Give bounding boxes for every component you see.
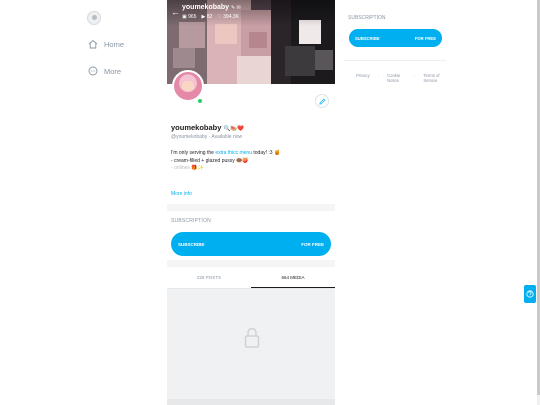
- bio-line-3: - onlines 🎁✨: [171, 165, 204, 171]
- bio-line-2: - cream-filled + glazed pussy 🍩🍑: [171, 157, 249, 164]
- cover-username: youmekobaby ✎ ✉: [182, 4, 241, 11]
- videos-count: ▶ 82: [201, 14, 213, 20]
- nav-home-label: Home: [104, 39, 125, 49]
- tab-posts[interactable]: 226 POSTS: [167, 267, 251, 288]
- help-icon: [526, 290, 534, 298]
- pencil-icon: [318, 98, 325, 105]
- bio-line-1-suffix: today! :3 🍯: [252, 150, 281, 156]
- online-status-dot: [197, 98, 203, 104]
- content-tabs: 226 POSTS 664 MEDIA: [167, 267, 335, 289]
- footer-separator: ·: [414, 73, 416, 78]
- likes-count: ♡ 394.3K: [217, 14, 239, 20]
- right-divider: [344, 60, 446, 61]
- right-subscription-title: SUBSCRIPTION: [348, 15, 386, 21]
- subscribe-price: FOR FREE: [301, 241, 324, 247]
- locked-media-area: [167, 289, 335, 405]
- nav-more-label: More: [104, 66, 122, 76]
- handle-line: @youmekobaby · Available now: [171, 134, 242, 140]
- user-avatar[interactable]: [87, 11, 101, 25]
- subscription-title: SUBSCRIPTION: [171, 218, 211, 224]
- photos-count: ▣ 965: [182, 14, 197, 20]
- display-name-emojis: 🔍🍉❤️: [223, 126, 245, 132]
- profile-card: youmekobaby 🔍🍉❤️ @youmekobaby · Availabl…: [167, 70, 335, 204]
- cover-stats: ▣ 965 ▶ 82 ♡ 394.3K: [182, 14, 239, 20]
- likes-count-value: 394.3K: [223, 14, 239, 20]
- videos-count-value: 82: [206, 14, 213, 20]
- nav-item-home[interactable]: Home: [88, 39, 124, 49]
- cover-badges: ✎ ✉: [231, 5, 241, 11]
- right-subscribe-price: FOR FREE: [414, 35, 436, 41]
- right-subscribe-button[interactable]: SUBSCRIBE FOR FREE: [349, 29, 442, 47]
- profile-bio: I'm only serving the extra thicc menu to…: [171, 150, 331, 173]
- subscription-card: SUBSCRIPTION SUBSCRIBE FOR FREE: [167, 211, 335, 260]
- more-info-link[interactable]: More info: [171, 191, 192, 197]
- bio-line-1: I'm only serving the extra thicc menu to…: [171, 150, 331, 158]
- availability-status: Available now: [211, 134, 243, 140]
- photos-count-value: 965: [188, 14, 197, 20]
- help-button[interactable]: [524, 285, 536, 303]
- more-icon: [88, 66, 98, 76]
- tab-media[interactable]: 664 MEDIA: [251, 267, 335, 288]
- footer-links: Privacy · Cookie Notice · Terms of Servi…: [356, 73, 446, 83]
- profile-page: Home More ← youmekobaby ✎ ✉ ▣ 965 ▶ 82 ♡…: [0, 0, 540, 405]
- cover-name-text: youmekobaby: [182, 4, 230, 11]
- footer-separator: ·: [377, 73, 380, 78]
- back-arrow-icon[interactable]: ←: [171, 7, 180, 17]
- display-name: youmekobaby 🔍🍉❤️: [171, 123, 244, 132]
- nav-item-more[interactable]: More: [88, 66, 121, 76]
- subscribe-label: SUBSCRIBE: [178, 241, 205, 247]
- bio-link[interactable]: extra thicc menu: [215, 150, 252, 156]
- media-footer: [167, 399, 335, 405]
- profile-column: ← youmekobaby ✎ ✉ ▣ 965 ▶ 82 ♡ 394.3K yo…: [167, 0, 335, 405]
- right-subscribe-label: SUBSCRIBE: [355, 35, 380, 41]
- home-icon: [88, 39, 98, 49]
- display-name-text: youmekobaby: [171, 123, 222, 132]
- lock-icon: [244, 327, 260, 348]
- bio-line-1-prefix: I'm only serving the: [171, 150, 216, 156]
- subscribe-button[interactable]: SUBSCRIBE FOR FREE: [171, 232, 331, 256]
- edit-profile-button[interactable]: [315, 94, 329, 108]
- profile-handle: @youmekobaby: [171, 134, 208, 140]
- footer-privacy-link[interactable]: Privacy: [356, 73, 370, 83]
- footer-cookie-link[interactable]: Cookie Notice: [387, 73, 406, 83]
- footer-terms-link[interactable]: Terms of Service: [423, 73, 446, 83]
